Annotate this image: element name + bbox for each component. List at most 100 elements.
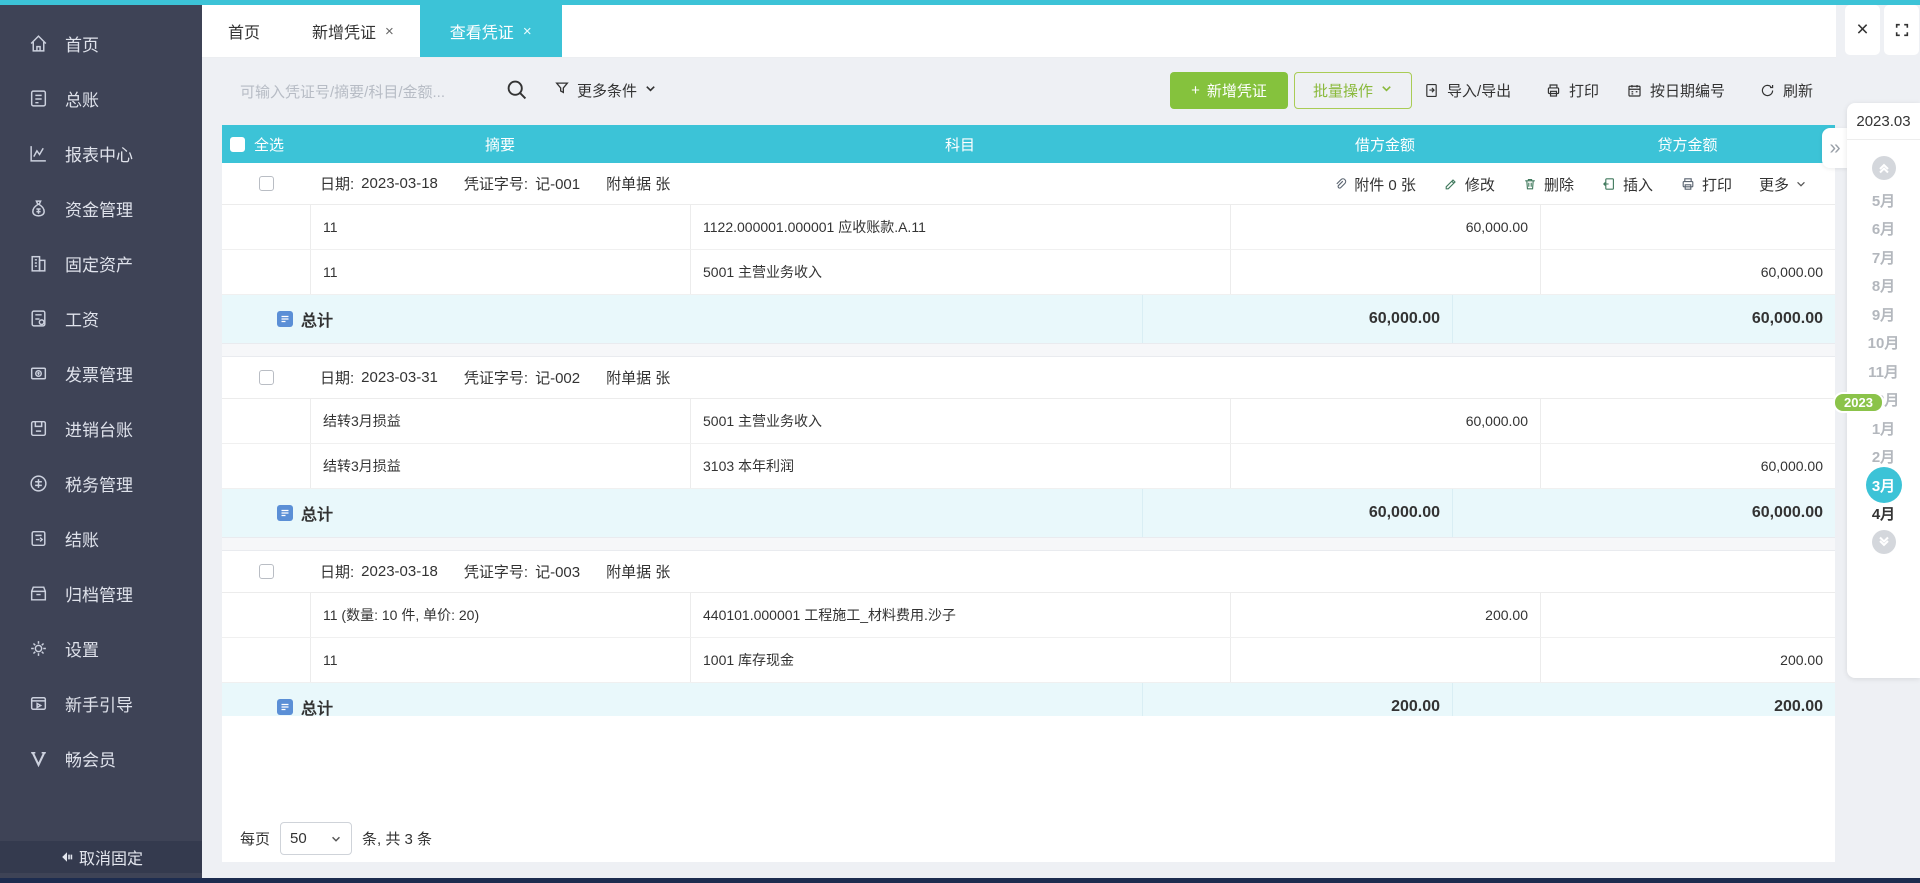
sidebar-item-report-center[interactable]: 报表中心 [0, 126, 202, 181]
sidebar-item-settings[interactable]: 设置 [0, 621, 202, 676]
print-voucher-link[interactable]: 打印 [1680, 174, 1732, 195]
delete-label: 删除 [1544, 174, 1574, 195]
sidebar-item-funds[interactable]: 资金管理 [0, 181, 202, 236]
sidebar-item-trade-ledger[interactable]: 进销台账 [0, 401, 202, 456]
debit-cell: 60,000.00 [1230, 205, 1540, 249]
tab-home[interactable]: 首页 [202, 5, 286, 57]
month-item[interactable]: 10月 [1847, 329, 1920, 358]
unpin-sidebar-button[interactable]: 取消固定 [0, 841, 202, 873]
voucher-entry-row[interactable]: 11 1122.000001.000001 应收账款.A.11 60,000.0… [222, 205, 1835, 250]
toolbar: 更多条件 + 新增凭证 批量操作 导入/导出 打印 按日期编号 刷新 [202, 59, 1920, 125]
close-tab-icon[interactable]: × [523, 23, 532, 40]
edit-link[interactable]: 修改 [1443, 174, 1495, 195]
sidebar-item-beginner-guide[interactable]: 新手引导 [0, 676, 202, 731]
insert-link[interactable]: 插入 [1601, 174, 1653, 195]
select-all-checkbox[interactable] [230, 137, 245, 152]
tab-label: 查看凭证 [450, 19, 514, 43]
voucher-entry-row[interactable]: 结转3月损益 5001 主营业务收入 60,000.00 [222, 399, 1835, 444]
scroll-up-button[interactable] [1872, 156, 1896, 180]
sidebar-item-label: 工资 [65, 306, 99, 331]
sidebar-item-general-ledger[interactable]: 总账 [0, 71, 202, 126]
sidebar-item-payroll[interactable]: 工资 [0, 291, 202, 346]
close-tab-icon[interactable]: × [385, 23, 394, 40]
total-icon [277, 699, 293, 715]
month-item[interactable]: 9月 [1847, 300, 1920, 329]
more-filters-button[interactable]: 更多条件 [554, 77, 657, 103]
invoice-icon [28, 363, 49, 384]
tab-new-voucher[interactable]: 新增凭证 × [286, 5, 420, 57]
table-footer-area: 每页 50 条, 共 3 条 [222, 716, 1835, 862]
month-item[interactable]: 8月 [1847, 272, 1920, 301]
attachment-link[interactable]: 附件 0 张 [1332, 174, 1416, 195]
voucher-entry-row[interactable]: 结转3月损益 3103 本年利润 60,000.00 [222, 444, 1835, 489]
voucher-checkbox[interactable] [259, 370, 274, 385]
sidebar-item-invoice[interactable]: 发票管理 [0, 346, 202, 401]
delete-link[interactable]: 删除 [1522, 174, 1574, 195]
account-cell: 3103 本年利润 [690, 444, 1230, 488]
double-chevron-down-icon [1877, 535, 1891, 549]
month-item[interactable]: 7月 [1847, 243, 1920, 272]
sidebar-item-closing[interactable]: 结账 [0, 511, 202, 566]
voucher-attachment-note: 附单据 张 [606, 367, 670, 388]
voucher-total-row: 总计 60,000.00 60,000.00 [222, 295, 1835, 343]
debit-cell: 200.00 [1230, 593, 1540, 637]
year-badge: 2023 [1833, 392, 1884, 413]
sidebar-item-member[interactable]: 畅会员 [0, 731, 202, 786]
trash-icon [1522, 176, 1538, 192]
sidebar-item-label: 总账 [65, 86, 99, 111]
import-export-button[interactable]: 导入/导出 [1423, 77, 1511, 103]
table-header: 全选 摘要 科目 借方金额 贷方金额 [222, 125, 1835, 163]
summary-cell: 结转3月损益 [310, 444, 690, 488]
voucher-entry-row[interactable]: 11 5001 主营业务收入 60,000.00 [222, 250, 1835, 295]
month-item[interactable]: 5月 [1847, 186, 1920, 215]
voucher-entry-row[interactable]: 11 1001 库存现金 200.00 [222, 638, 1835, 683]
report-chart-icon [28, 143, 49, 164]
insert-icon [1601, 176, 1617, 192]
month-item[interactable]: 1月 [1847, 414, 1920, 443]
current-period: 2023.03 [1847, 103, 1920, 140]
batch-operations-button[interactable]: 批量操作 [1294, 72, 1412, 109]
voucher-checkbox[interactable] [259, 176, 274, 191]
voucher-no: 记-003 [535, 561, 580, 582]
sidebar-item-fixed-assets[interactable]: 固定资产 [0, 236, 202, 291]
sidebar-item-home[interactable]: 首页 [0, 16, 202, 71]
month-item-current[interactable]: 3月 [1847, 471, 1920, 500]
add-voucher-button[interactable]: + 新增凭证 [1170, 72, 1288, 109]
voucher-info: 日期: 2023-03-18 凭证字号: 记-001 附单据 张 [310, 173, 670, 194]
per-page-select[interactable]: 50 [280, 822, 352, 855]
print-voucher-label: 打印 [1702, 174, 1732, 195]
collapse-left-icon [59, 849, 75, 865]
voucher-entry-row[interactable]: 11 (数量: 10 件, 单价: 20) 440101.000001 工程施工… [222, 593, 1835, 638]
voucher-info: 日期: 2023-03-31 凭证字号: 记-002 附单据 张 [310, 367, 670, 388]
search-input[interactable] [240, 77, 500, 107]
chevron-down-icon [330, 833, 342, 845]
month-item[interactable]: 4月 [1847, 500, 1920, 529]
search-icon[interactable] [505, 78, 529, 102]
voucher-no: 记-002 [535, 367, 580, 388]
refresh-button[interactable]: 刷新 [1759, 77, 1813, 103]
month-item[interactable]: 11月 [1847, 357, 1920, 386]
printer-icon [1545, 82, 1562, 99]
tab-view-voucher[interactable]: 查看凭证 × [420, 5, 562, 57]
voucher-table: 全选 摘要 科目 借方金额 贷方金额 日期: 2023-03-18 凭证字号: … [222, 125, 1835, 733]
window-close-button[interactable]: × [1845, 5, 1880, 55]
more-actions-link[interactable]: 更多 [1759, 174, 1807, 195]
debit-cell [1230, 638, 1540, 682]
window-fullscreen-button[interactable] [1884, 5, 1919, 55]
sidebar-item-archive[interactable]: 归档管理 [0, 566, 202, 621]
month-item[interactable]: 6月 [1847, 215, 1920, 244]
voucher-group: 日期: 2023-03-18 凭证字号: 记-003 附单据 张 11 (数量:… [222, 551, 1835, 731]
credit-cell: 60,000.00 [1540, 250, 1835, 294]
refresh-icon [1759, 82, 1776, 99]
number-by-date-button[interactable]: 按日期编号 [1626, 77, 1725, 103]
voucher-checkbox[interactable] [259, 564, 274, 579]
print-button[interactable]: 打印 [1545, 77, 1599, 103]
trade-box-icon [28, 418, 49, 439]
top-accent-line [0, 0, 1920, 5]
column-header-credit: 贷方金额 [1540, 134, 1835, 155]
sidebar-item-tax[interactable]: 税务管理 [0, 456, 202, 511]
scroll-down-button[interactable] [1872, 530, 1896, 554]
select-all-label[interactable]: 全选 [254, 134, 284, 155]
collapse-month-panel-button[interactable]: » [1822, 128, 1848, 168]
account-cell: 1001 库存现金 [690, 638, 1230, 682]
